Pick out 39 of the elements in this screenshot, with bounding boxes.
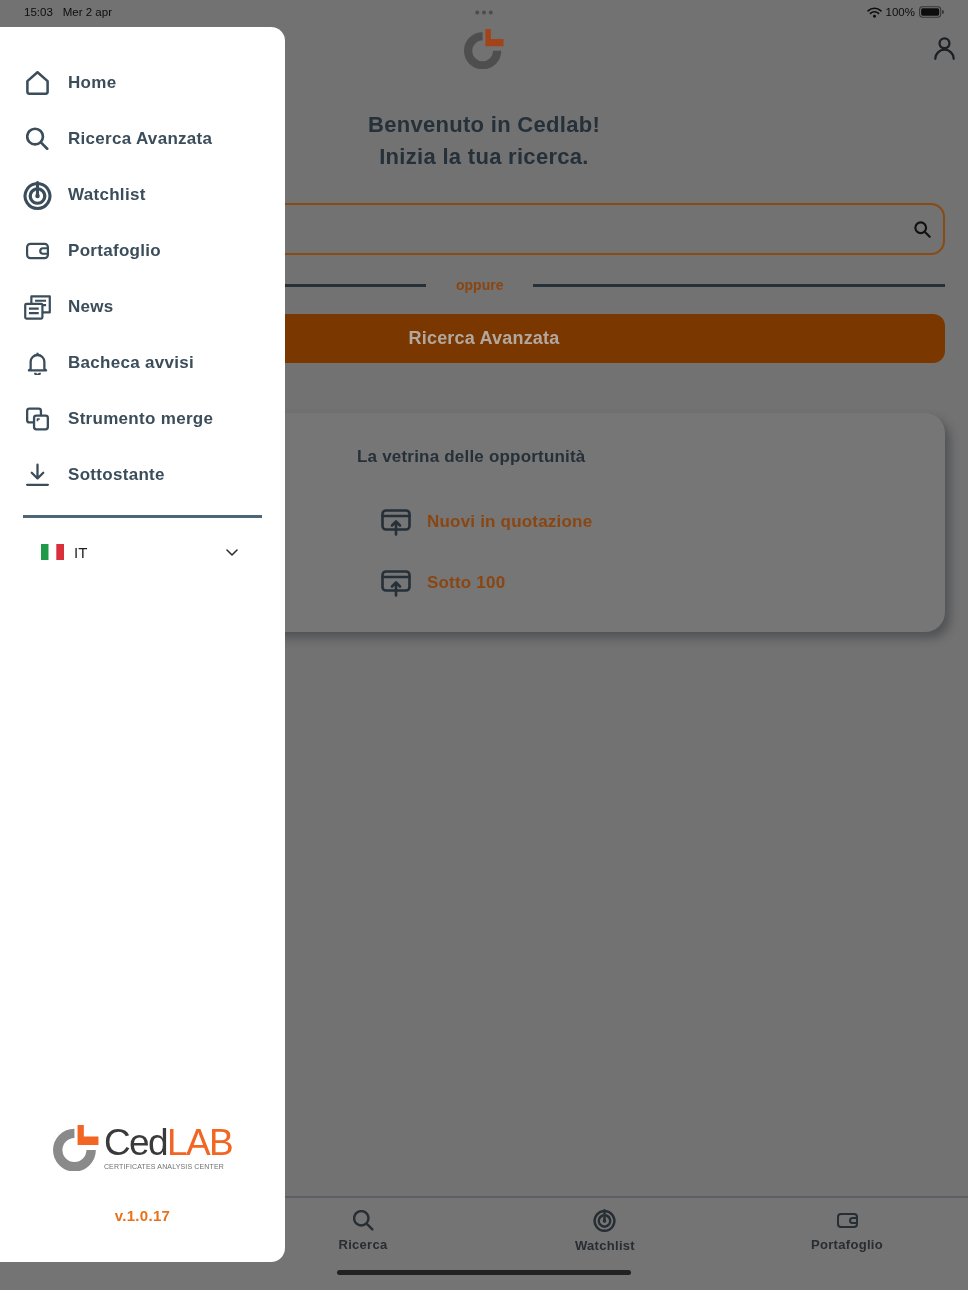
logo-icon: [52, 1124, 99, 1171]
showcase-title: La vetrina delle opportunità: [357, 447, 587, 467]
chevron-down-icon: [226, 548, 238, 556]
screen-upload-icon: [381, 569, 411, 597]
target-icon: [23, 180, 52, 210]
drawer-menu-item[interactable]: Ricerca Avanzata: [0, 111, 213, 167]
bell-icon: [26, 351, 49, 375]
logo-wordmark: CedLAB: [103, 1125, 233, 1161]
more-dots-icon[interactable]: [475, 9, 493, 15]
search-icon: [26, 127, 49, 151]
logo-icon: [464, 27, 504, 69]
battery-percent: 100%: [885, 6, 915, 18]
home-icon: [26, 71, 49, 95]
drawer-menu-item[interactable]: Bacheca avvisi: [0, 335, 195, 391]
status-time: 15:03: [24, 6, 53, 18]
documents-icon: [24, 294, 51, 320]
language-dropdown[interactable]: IT: [23, 530, 262, 574]
drawer-menu-item[interactable]: News: [0, 279, 114, 335]
divider-label: oppure: [456, 277, 504, 293]
wifi-icon: [866, 6, 882, 18]
battery-icon: [919, 6, 944, 18]
drawer-menu-item[interactable]: Portafoglio: [0, 223, 161, 279]
download-icon: [26, 463, 49, 487]
wallet-icon: [836, 1210, 858, 1231]
drawer-menu-item[interactable]: Home: [0, 55, 117, 111]
status-date: Mer 2 apr: [62, 6, 112, 18]
search-icon[interactable]: [914, 220, 931, 238]
target-icon: [593, 1209, 617, 1232]
drawer-menu-item[interactable]: Sottostante: [0, 447, 165, 503]
screen-upload-icon: [381, 508, 411, 536]
drawer-menu-item[interactable]: Watchlist: [0, 167, 146, 223]
profile-icon[interactable]: [934, 36, 955, 60]
drawer-menu-item[interactable]: Strumento merge: [0, 391, 214, 447]
welcome-subtitle: Inizia la tua ricerca.: [379, 143, 589, 171]
welcome-title: Benvenuto in Cedlab!: [367, 111, 601, 139]
overlapping-squares-icon: [26, 407, 49, 431]
app-version: v.1.0.17: [114, 1207, 171, 1224]
flag-icon: [41, 544, 64, 560]
search-icon: [352, 1210, 374, 1231]
